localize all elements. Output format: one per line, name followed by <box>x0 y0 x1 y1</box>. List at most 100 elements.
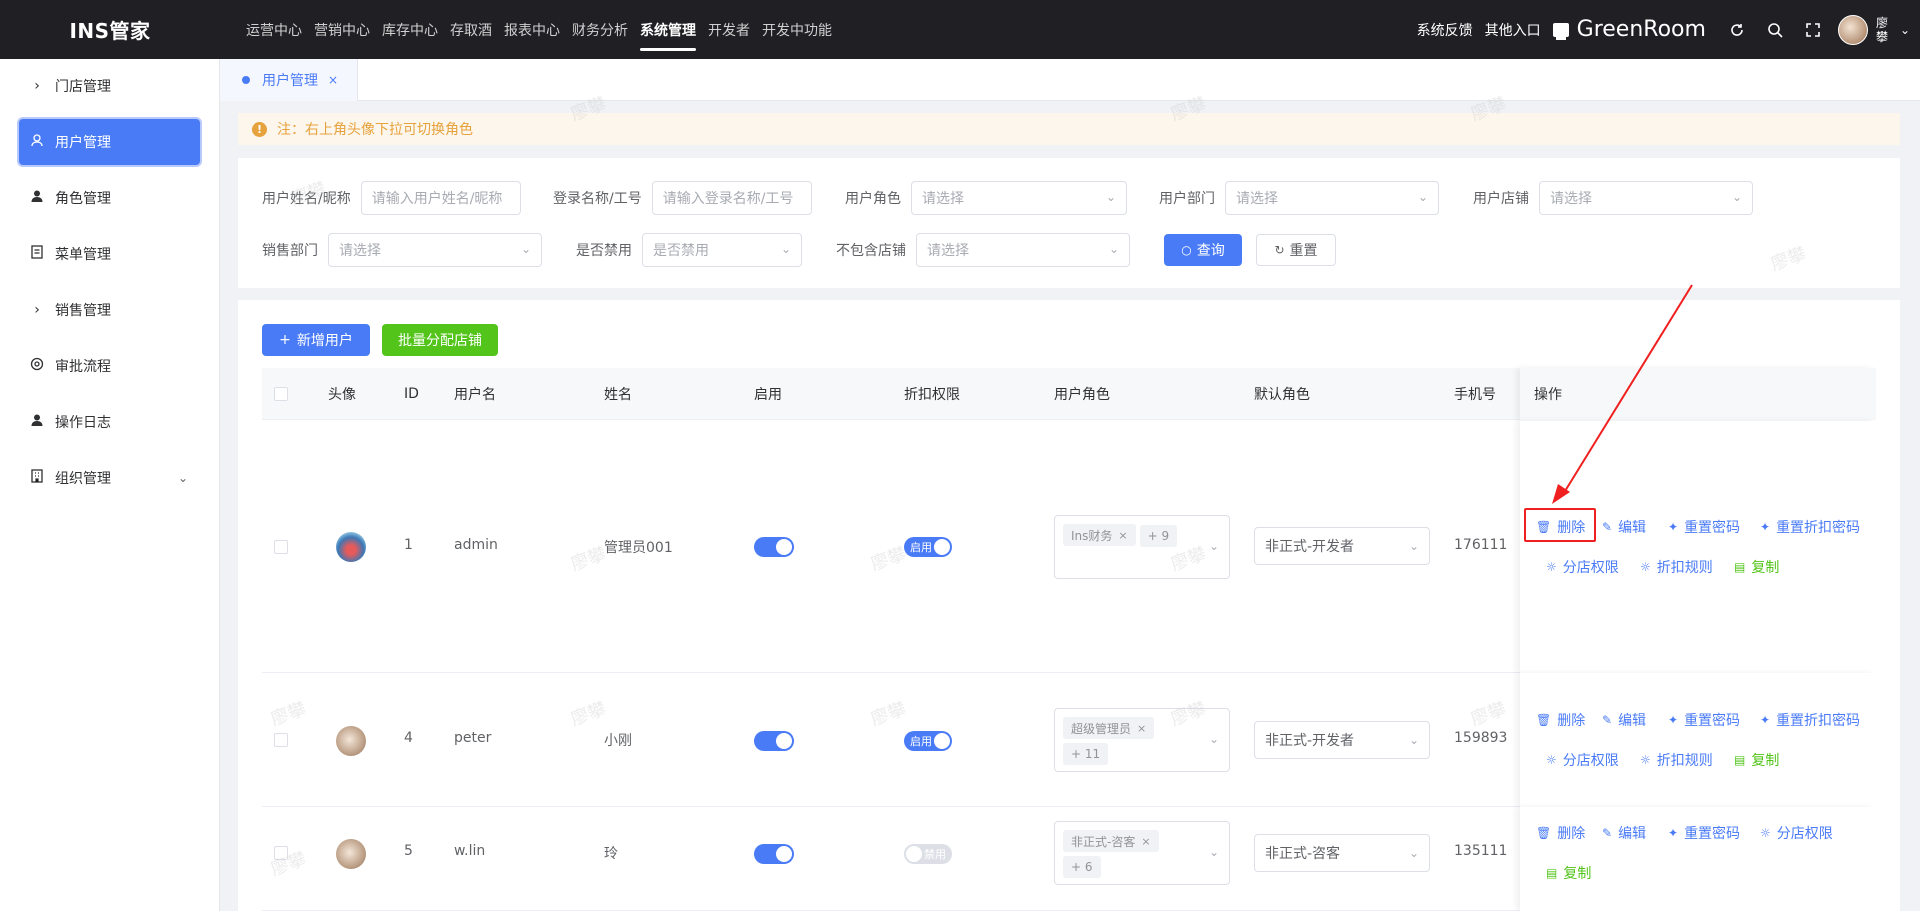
refresh-icon[interactable] <box>1726 19 1748 41</box>
nav-item-finance[interactable]: 财务分析 <box>572 0 628 59</box>
copy-button[interactable]: ▤ 复制 <box>1734 750 1779 770</box>
sidebar-item-role-management[interactable]: 角色管理 <box>19 175 200 221</box>
checkbox[interactable] <box>274 733 288 747</box>
search-icon[interactable] <box>1764 19 1786 41</box>
nav-item-inventory[interactable]: 库存中心 <box>382 0 438 59</box>
store-permission-button[interactable]: ☼ 分店权限 <box>1760 823 1833 843</box>
nav-item-marketing[interactable]: 营销中心 <box>314 0 370 59</box>
sidebar-item-approval-flow[interactable]: 审批流程 <box>19 343 200 389</box>
tab-user-management[interactable]: 用户管理 × <box>220 59 358 101</box>
edit-icon: ✎ <box>1602 713 1613 727</box>
user-name[interactable]: 廖攀 <box>1876 16 1890 44</box>
discount-toggle[interactable]: 启用 <box>904 537 952 557</box>
reset-password-button[interactable]: ✦ 重置密码 <box>1668 823 1740 843</box>
row-checkbox[interactable] <box>274 540 288 554</box>
nav-item-in-development[interactable]: 开发中功能 <box>762 0 832 59</box>
close-icon[interactable]: × <box>1137 722 1146 735</box>
sales-dept-select[interactable]: 请选择 ⌄ <box>328 233 542 267</box>
exclude-store-select[interactable]: 请选择 ⌄ <box>916 233 1130 267</box>
default-role-select[interactable]: 非正式-咨客 ⌄ <box>1254 834 1430 872</box>
nav-item-developer[interactable]: 开发者 <box>708 0 750 59</box>
delete-button[interactable]: 🗑 删除 <box>1536 710 1585 730</box>
nav-item-system[interactable]: 系统管理 <box>640 0 696 59</box>
checkbox[interactable] <box>274 540 288 554</box>
discount-toggle[interactable]: 禁用 <box>904 844 952 864</box>
row-checkbox[interactable] <box>274 846 288 860</box>
roles-multiselect[interactable]: 超级管理员 × + 11 ⌄ <box>1054 708 1230 772</box>
reset-password-button[interactable]: ✦ 重置密码 <box>1668 517 1740 537</box>
edit-button[interactable]: ✎ 编辑 <box>1602 710 1646 730</box>
edit-button[interactable]: ✎ 编辑 <box>1602 517 1646 537</box>
batch-assign-store-button[interactable]: 批量分配店铺 <box>382 324 498 356</box>
sidebar-item-user-management[interactable]: 用户管理 <box>19 119 200 165</box>
nav-item-operations[interactable]: 运营中心 <box>246 0 302 59</box>
filter-role: 用户角色 请选择 ⌄ <box>845 181 1127 215</box>
checkbox[interactable] <box>274 387 288 401</box>
copy-button[interactable]: ▤ 复制 <box>1546 863 1591 883</box>
discount-switch[interactable]: 启用 <box>904 537 952 557</box>
enabled-switch[interactable] <box>754 537 794 557</box>
discount-rule-button[interactable]: ☼ 折扣规则 <box>1640 557 1713 577</box>
chevron-down-icon: ⌄ <box>1208 732 1219 746</box>
sidebar-item-store-management[interactable]: › 门店管理 <box>19 63 200 109</box>
top-nav: 运营中心 营销中心 库存中心 存取酒 报表中心 财务分析 系统管理 开发者 开发… <box>246 0 844 59</box>
reset-password-button[interactable]: ✦ 重置密码 <box>1668 710 1740 730</box>
default-role-select[interactable]: 非正式-开发者 ⌄ <box>1254 721 1430 759</box>
sidebar-item-menu-management[interactable]: 菜单管理 <box>19 231 200 277</box>
disabled-select[interactable]: 是否禁用 ⌄ <box>642 233 802 267</box>
discount-switch[interactable]: 禁用 <box>904 844 952 864</box>
close-icon[interactable]: × <box>1118 529 1127 542</box>
close-icon[interactable]: × <box>328 73 338 87</box>
enabled-switch[interactable] <box>754 844 794 864</box>
fullscreen-icon[interactable] <box>1802 19 1824 41</box>
nav-item-wine-storage[interactable]: 存取酒 <box>450 0 492 59</box>
user-menu-chevron-down-icon[interactable]: ⌄ <box>1900 23 1910 37</box>
other-entry-link[interactable]: 其他入口 <box>1485 20 1541 40</box>
app-logo[interactable]: INS管家 <box>0 15 220 44</box>
toggle-switch[interactable] <box>754 537 794 557</box>
sidebar-item-org-management[interactable]: 组织管理 ⌄ <box>19 455 200 501</box>
cell-username: admin <box>454 537 498 553</box>
store-switcher[interactable]: GreenRoom <box>1552 17 1706 42</box>
roles-multiselect[interactable]: 非正式-咨客 × + 6 ⌄ <box>1054 821 1230 885</box>
reset-button[interactable]: ↻ 重置 <box>1256 234 1336 266</box>
sidebar-item-sales-management[interactable]: › 销售管理 <box>19 287 200 333</box>
filter-label: 登录名称/工号 <box>553 191 642 207</box>
roles-multiselect[interactable]: Ins财务 × + 9 ⌄ <box>1054 515 1230 579</box>
toggle-switch[interactable] <box>754 731 794 751</box>
add-user-button[interactable]: + 新增用户 <box>262 324 370 356</box>
close-icon[interactable]: × <box>1141 835 1150 848</box>
op-label: 复制 <box>1563 866 1592 882</box>
edit-button[interactable]: ✎ 编辑 <box>1602 823 1646 843</box>
login-input[interactable]: 请输入登录名称/工号 <box>651 181 812 215</box>
role-select[interactable]: 请选择 ⌄ <box>911 181 1127 215</box>
delete-button[interactable]: 🗑 删除 <box>1536 823 1585 843</box>
select-all-checkbox[interactable] <box>274 368 288 420</box>
row-checkbox[interactable] <box>274 733 288 747</box>
store-permission-button[interactable]: ☼ 分店权限 <box>1546 557 1619 577</box>
nav-item-reports[interactable]: 报表中心 <box>504 0 560 59</box>
query-button[interactable]: ○ 查询 <box>1164 234 1242 266</box>
discount-rule-button[interactable]: ☼ 折扣规则 <box>1640 750 1713 770</box>
enabled-switch[interactable] <box>754 731 794 751</box>
feedback-link[interactable]: 系统反馈 <box>1417 20 1473 40</box>
store-select[interactable]: 请选择 ⌄ <box>1539 181 1753 215</box>
toggle-switch[interactable] <box>754 844 794 864</box>
select-placeholder: 请选择 <box>1550 191 1592 207</box>
default-role-select[interactable]: 非正式-开发者 ⌄ <box>1254 527 1430 565</box>
checkbox[interactable] <box>274 846 288 860</box>
reset-discount-password-button[interactable]: ✦ 重置折扣密码 <box>1760 517 1860 537</box>
dept-select[interactable]: 请选择 ⌄ <box>1225 181 1439 215</box>
discount-switch[interactable]: 启用 <box>904 731 952 751</box>
store-permission-button[interactable]: ☼ 分店权限 <box>1546 750 1619 770</box>
copy-button[interactable]: ▤ 复制 <box>1734 557 1779 577</box>
user-avatar[interactable] <box>1837 14 1868 45</box>
gear-icon <box>29 357 45 375</box>
discount-toggle[interactable]: 启用 <box>904 731 952 751</box>
user-name-input[interactable]: 请输入用户姓名/昵称 <box>360 181 521 215</box>
filter-user-name: 用户姓名/昵称 请输入用户姓名/昵称 <box>262 181 521 215</box>
top-bar: INS管家 运营中心 营销中心 库存中心 存取酒 报表中心 财务分析 系统管理 … <box>0 0 1920 59</box>
reset-discount-password-button[interactable]: ✦ 重置折扣密码 <box>1760 710 1860 730</box>
sidebar-item-operation-log[interactable]: 操作日志 <box>19 399 200 445</box>
header-phone: 手机号 <box>1454 387 1496 403</box>
